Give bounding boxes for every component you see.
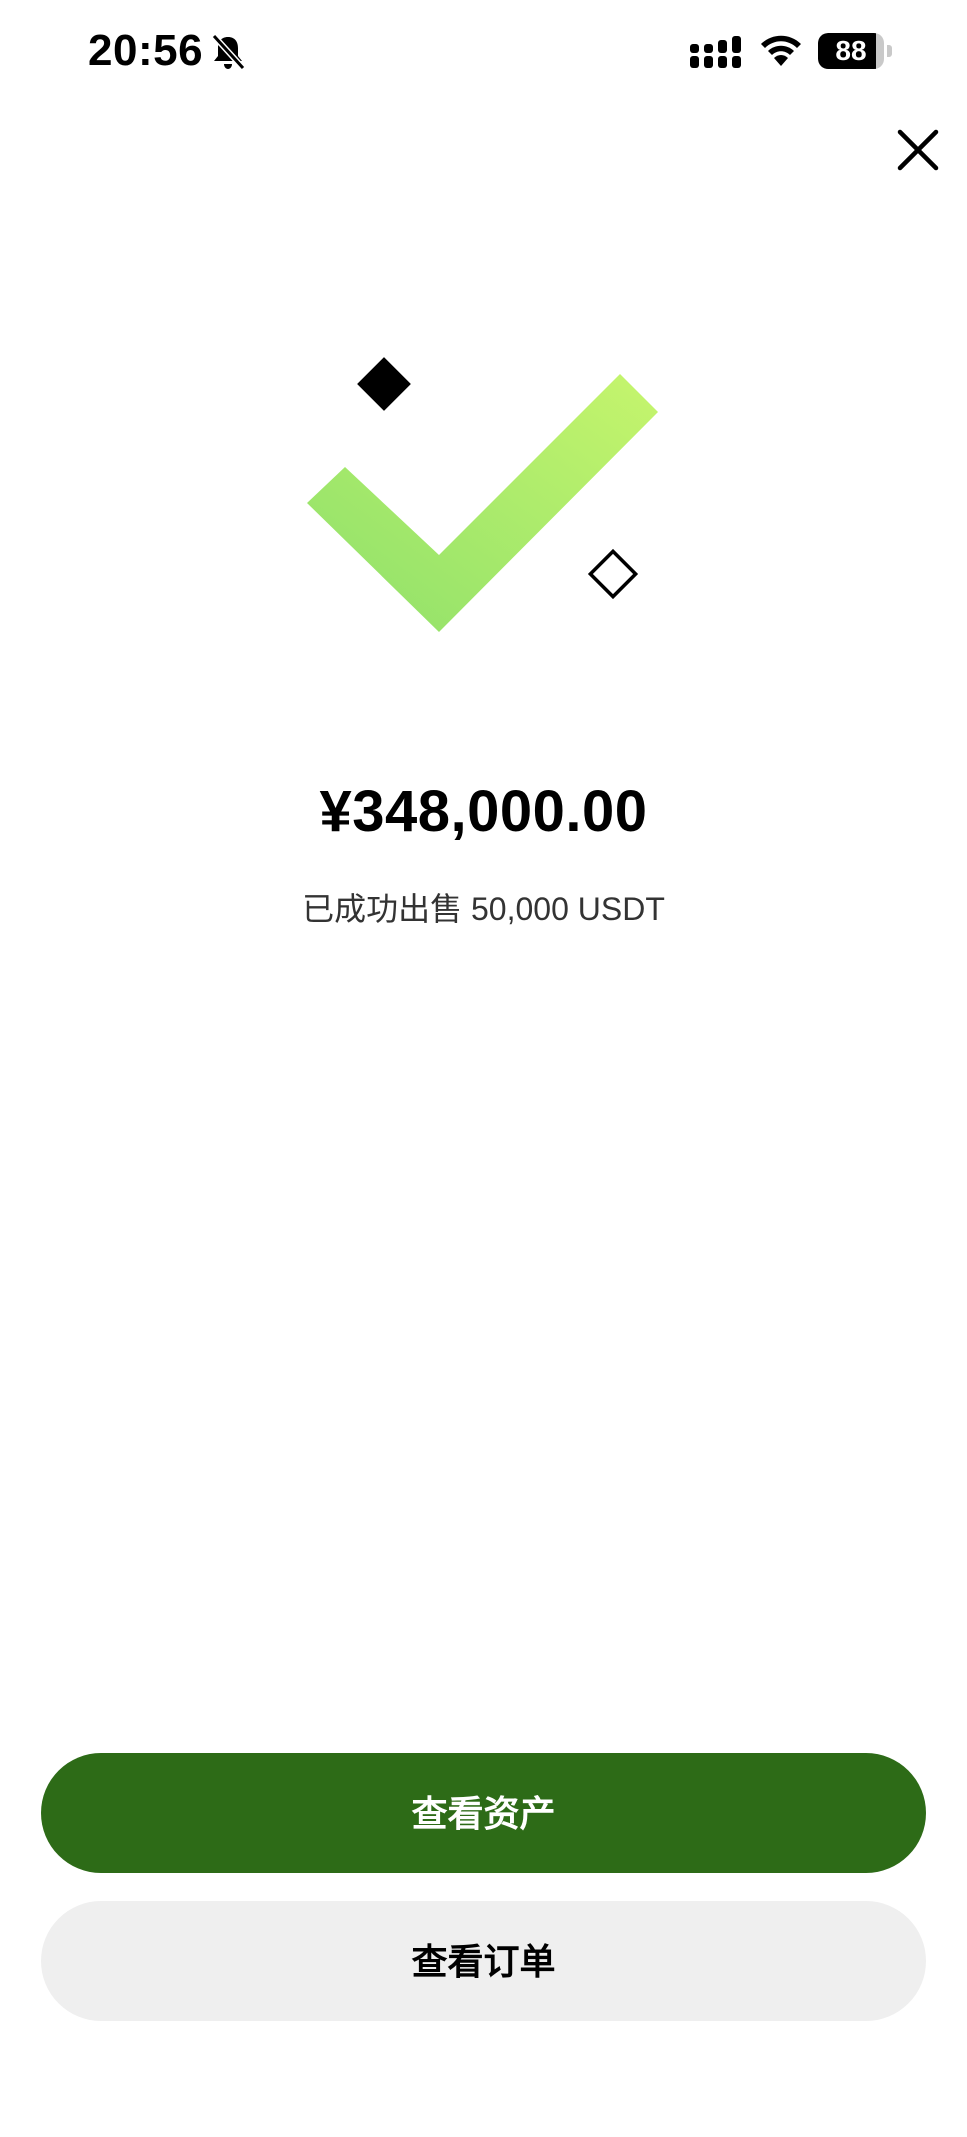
success-message: 已成功出售 50,000 USDT [302, 891, 665, 927]
status-bar: 20:56 88 [0, 0, 967, 110]
view-orders-button[interactable]: 查看订单 [41, 1901, 926, 2021]
amount-text: ¥348,000.00 [319, 779, 648, 844]
bell-slash-icon [211, 33, 246, 71]
checkmark-icon [307, 357, 658, 632]
battery-body: 88 [818, 33, 884, 69]
outline-diamond [587, 548, 639, 600]
battery-level-text: 88 [835, 35, 867, 66]
battery-tip [887, 45, 892, 57]
view-assets-button[interactable]: 查看资产 [41, 1753, 926, 1873]
status-time: 20:56 [88, 26, 204, 75]
wifi-icon [761, 35, 801, 66]
close-icon[interactable] [894, 126, 942, 174]
filled-diamond [357, 357, 411, 411]
signal-icon [690, 36, 741, 68]
battery-icon: 88 [818, 33, 892, 69]
check-shape [307, 374, 658, 632]
sell-success-screen: 20:56 88 ¥348,000.00 已成功出售 50,000 USDT 查… [0, 0, 967, 2137]
